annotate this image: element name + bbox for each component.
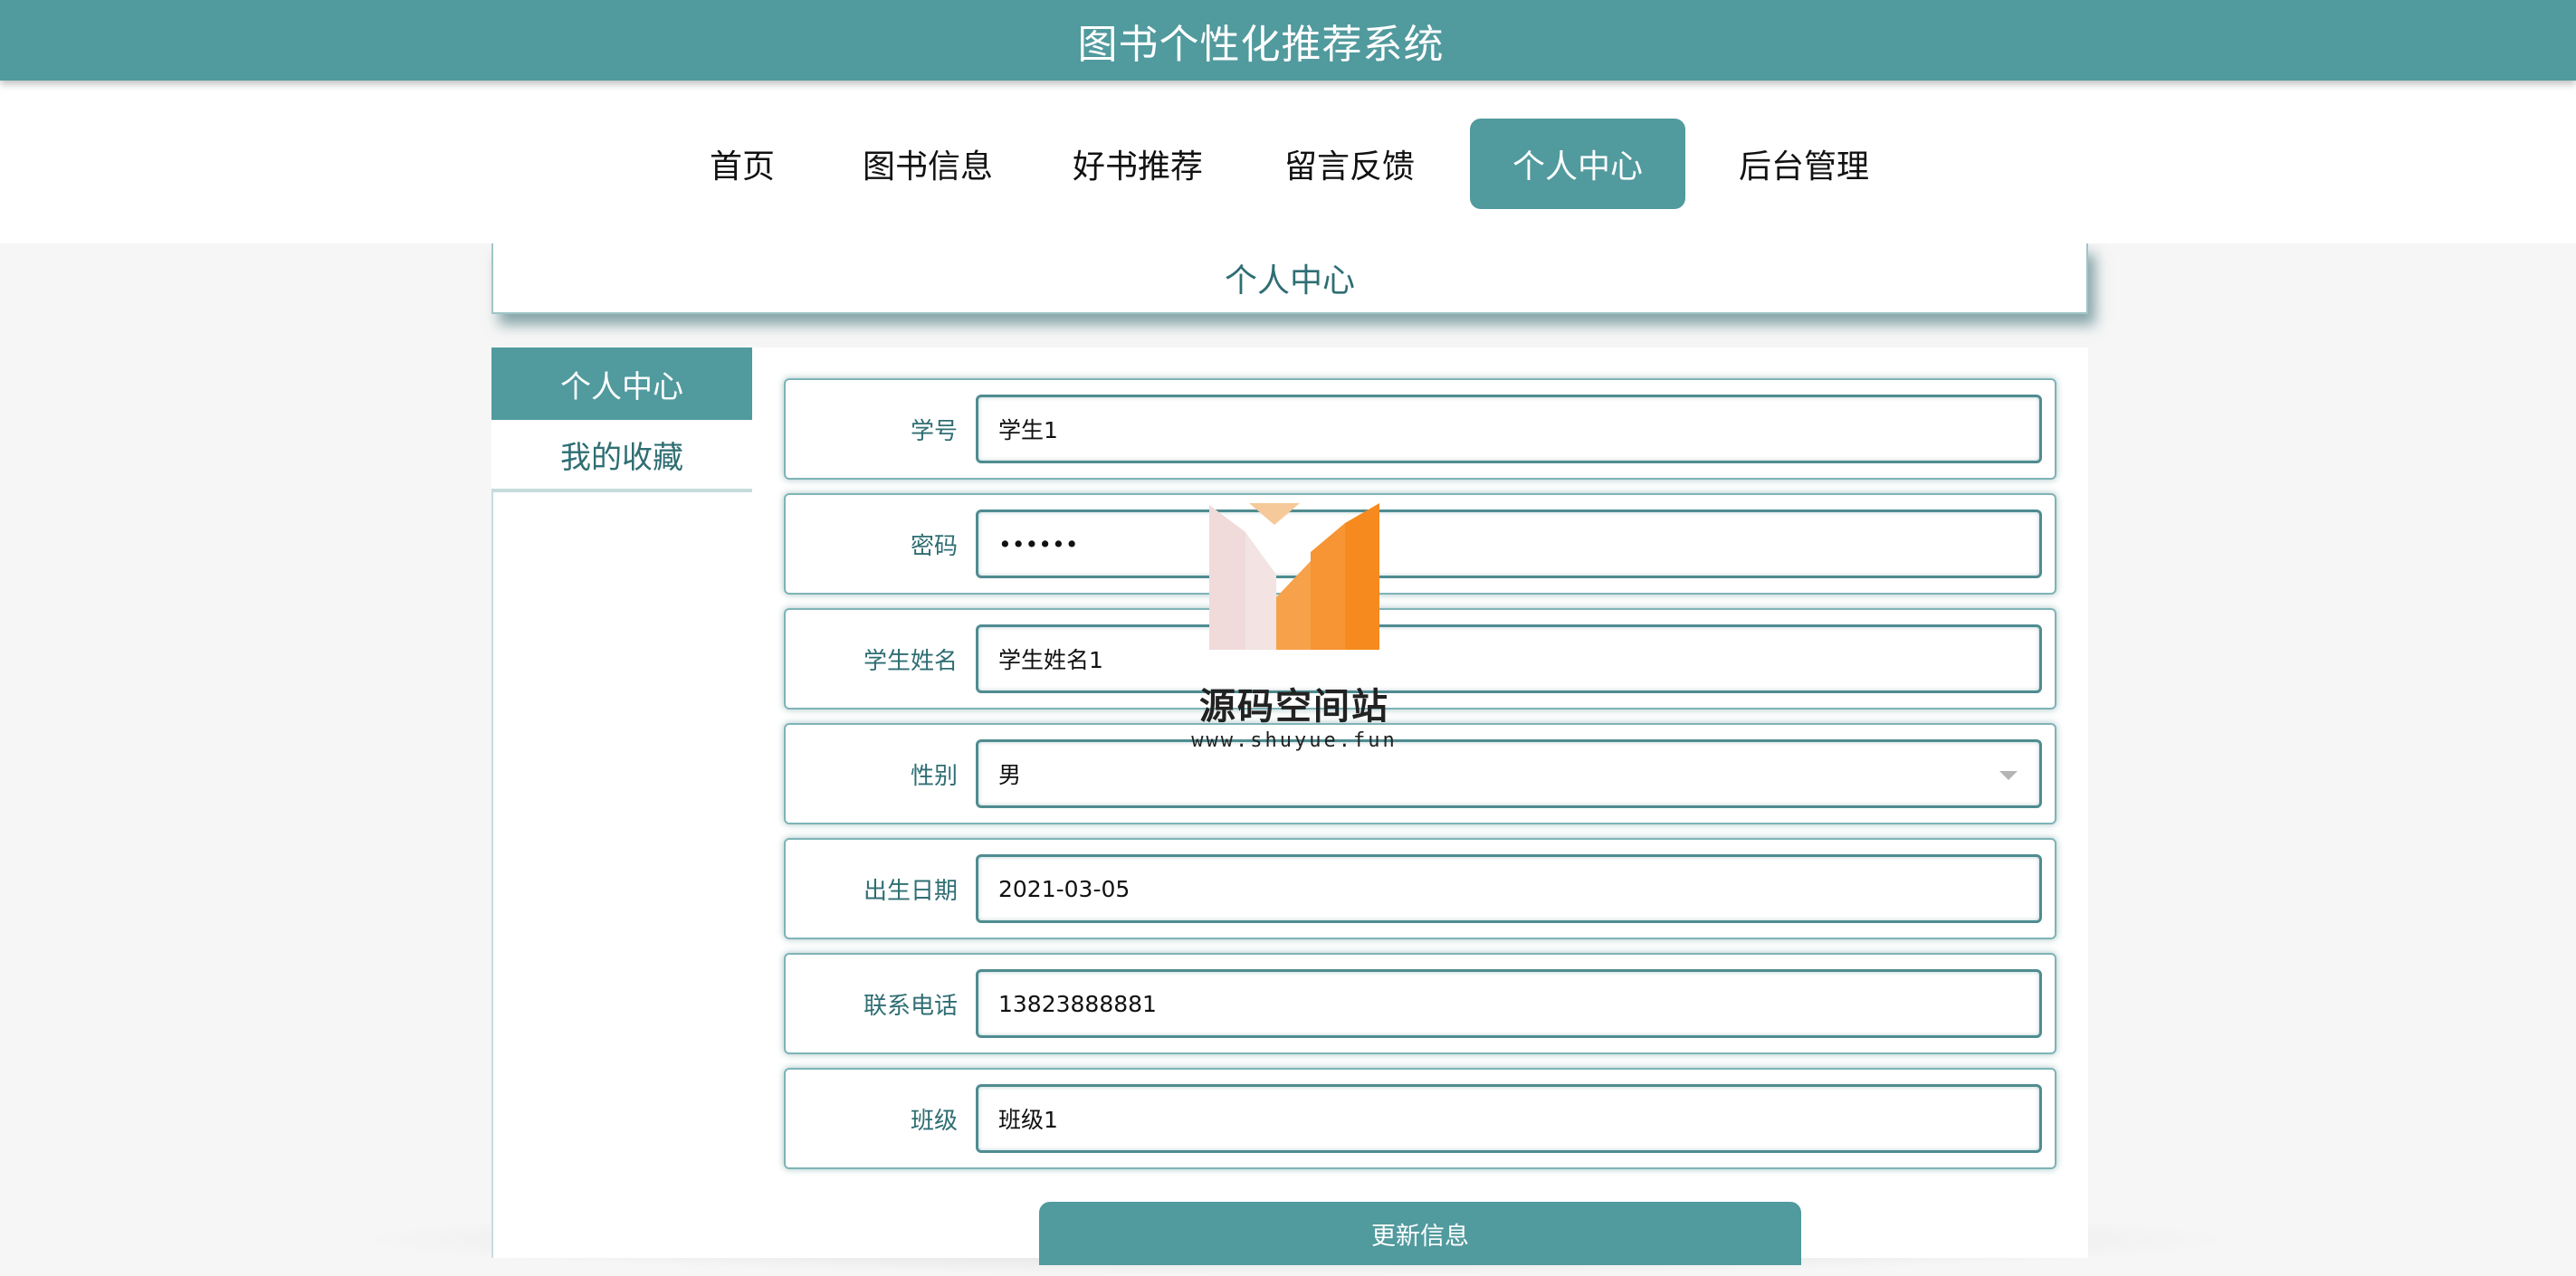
field-label: 密码	[910, 532, 958, 560]
nav-personal-center[interactable]: 个人中心	[1470, 119, 1685, 209]
watermark: 源码空间站 www.shuyue.fun	[1177, 498, 1412, 760]
password-input[interactable]: ••••••	[976, 509, 2042, 578]
form-row-student-name: 学生姓名 学生姓名1	[784, 608, 2056, 709]
student-id-input[interactable]: 学生1	[976, 395, 2042, 463]
form-row-password: 密码 ••••••	[784, 493, 2056, 595]
student-name-input[interactable]: 学生姓名1	[976, 624, 2042, 693]
page-title: 个人中心	[1224, 262, 1355, 300]
sidebar-item-favorites[interactable]: 我的收藏	[491, 420, 752, 492]
field-label: 联系电话	[863, 992, 958, 1020]
nav-recommendations[interactable]: 好书推荐	[1061, 119, 1215, 209]
watermark-url: www.shuyue.fun	[1191, 729, 1398, 752]
nav-feedback[interactable]: 留言反馈	[1273, 119, 1426, 209]
class-input[interactable]: 班级1	[976, 1084, 2042, 1153]
field-label: 性别	[910, 762, 958, 790]
nav-admin[interactable]: 后台管理	[1727, 119, 1881, 209]
nav-home[interactable]: 首页	[690, 119, 795, 209]
nav-book-info[interactable]: 图书信息	[851, 119, 1005, 209]
watermark-logo-icon	[1209, 503, 1379, 650]
gender-select[interactable]: 男	[976, 739, 2042, 808]
form-row-student-id: 学号 学生1	[784, 378, 2056, 480]
field-label: 班级	[910, 1107, 958, 1135]
phone-input[interactable]: 13823888881	[976, 969, 2042, 1038]
top-header-bar: 图书个性化推荐系统	[0, 0, 2576, 81]
update-info-button[interactable]: 更新信息	[1039, 1202, 1801, 1265]
gender-select-value: 男	[998, 762, 1022, 788]
form-row-phone: 联系电话 13823888881	[784, 953, 2056, 1054]
chevron-down-icon	[1999, 771, 2018, 780]
page-title-card: 个人中心	[491, 243, 2088, 314]
form-row-gender: 性别 男	[784, 723, 2056, 824]
form-row-class: 班级 班级1	[784, 1068, 2056, 1169]
field-label: 学生姓名	[863, 647, 958, 675]
field-label: 出生日期	[863, 877, 958, 905]
sidebar-item-personal-center[interactable]: 个人中心	[491, 348, 752, 420]
app-title: 图书个性化推荐系统	[1077, 21, 1445, 68]
watermark-name: 源码空间站	[1199, 686, 1389, 728]
main-nav: 首页 图书信息 好书推荐 留言反馈 个人中心 后台管理	[0, 81, 2576, 243]
form-row-birth-date: 出生日期 2021-03-05	[784, 838, 2056, 939]
birth-date-input[interactable]: 2021-03-05	[976, 854, 2042, 923]
field-label: 学号	[910, 417, 958, 445]
